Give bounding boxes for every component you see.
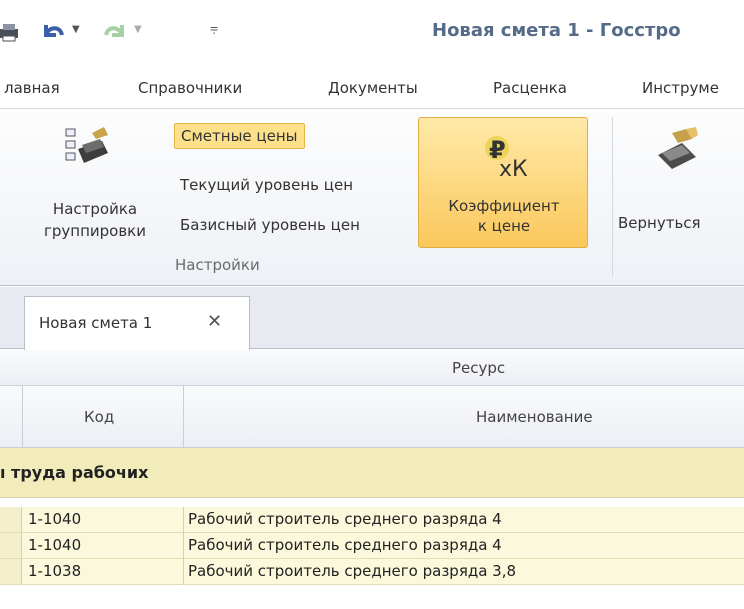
base-price-level-option[interactable]: Базисный уровень цен [174,213,366,237]
cell-code: 1-1038 [28,562,82,580]
redo-icon[interactable] [102,21,128,43]
tab-references[interactable]: Справочники [138,79,242,97]
column-header-name[interactable]: Наименование [476,408,593,426]
ribbon-tabs: лавная Справочники Документы Расценка Ин… [0,68,744,108]
resource-header: Ресурс [452,359,506,377]
price-coefficient-button[interactable]: ₽ хК Коэффициент к цене [418,117,588,248]
tab-tools[interactable]: Инструме [642,79,719,97]
ribbon-panel: Настройка группировки Сметные цены Текущ… [0,108,744,286]
window-title: Новая смета 1 - Госстро [432,20,681,41]
document-tabs: Новая смета 1 ✕ [0,287,744,350]
grouping-settings-icon [64,123,110,173]
print-icon[interactable] [0,21,22,43]
group-row[interactable]: ı труда рабочих [0,448,744,498]
tab-documents[interactable]: Документы [328,79,418,97]
current-price-level-option[interactable]: Текущий уровень цен [174,173,359,197]
grid-band-header: Ресурс [0,350,744,386]
column-divider [183,386,184,448]
settings-group-label: Настройки [175,256,260,274]
table-row[interactable]: 1-1040 Рабочий строитель среднего разряд… [0,507,744,533]
document-tab[interactable]: Новая смета 1 ✕ [24,296,250,350]
group-title: ı труда рабочих [0,463,149,482]
grouping-settings-label-2: группировки [44,222,146,240]
column-divider [183,507,184,585]
ruble-coefficient-icon: ₽ хК [483,134,528,182]
column-header-code[interactable]: Код [84,408,114,426]
row-indicator [0,533,22,558]
cell-code: 1-1040 [28,510,82,528]
title-bar: ▼ ▼ ⩦ Новая смета 1 - Госстро [0,0,744,68]
estimate-prices-option[interactable]: Сметные цены [174,123,305,149]
return-label: Вернуться [618,214,701,232]
document-tab-label: Новая смета 1 [39,314,153,332]
customize-qat-icon[interactable]: ⩦ [210,20,218,36]
cell-name: Рабочий строитель среднего разряда 4 [188,510,502,528]
cell-name: Рабочий строитель среднего разряда 4 [188,536,502,554]
grid-column-header: Код Наименование [0,386,744,448]
undo-dropdown-icon[interactable]: ▼ [72,24,80,35]
coefficient-icon-text: хК [499,157,527,178]
row-indicator [0,507,22,532]
row-indicator [0,559,22,584]
tab-main[interactable]: лавная [4,79,60,97]
return-icon [652,125,702,175]
redo-dropdown-icon[interactable]: ▼ [134,24,142,35]
return-button[interactable]: Вернуться [616,117,744,253]
grouping-settings-label-1: Настройка [52,200,138,218]
ribbon-separator [612,117,613,277]
table-row[interactable]: 1-1038 Рабочий строитель среднего разряд… [0,559,744,585]
close-icon[interactable]: ✕ [207,311,222,332]
resource-grid: Ресурс Код Наименование ı труда рабочих … [0,350,744,609]
coefficient-label-2: к цене [477,217,531,235]
column-divider [22,386,23,448]
tab-pricing[interactable]: Расценка [493,79,567,97]
cell-name: Рабочий строитель среднего разряда 3,8 [188,562,517,580]
grouping-settings-button[interactable]: Настройка группировки [20,117,170,253]
table-row[interactable]: 1-1040 Рабочий строитель среднего разряд… [0,533,744,559]
cell-code: 1-1040 [28,536,82,554]
coefficient-label-1: Коэффициент [448,197,560,215]
undo-icon[interactable] [40,21,66,43]
